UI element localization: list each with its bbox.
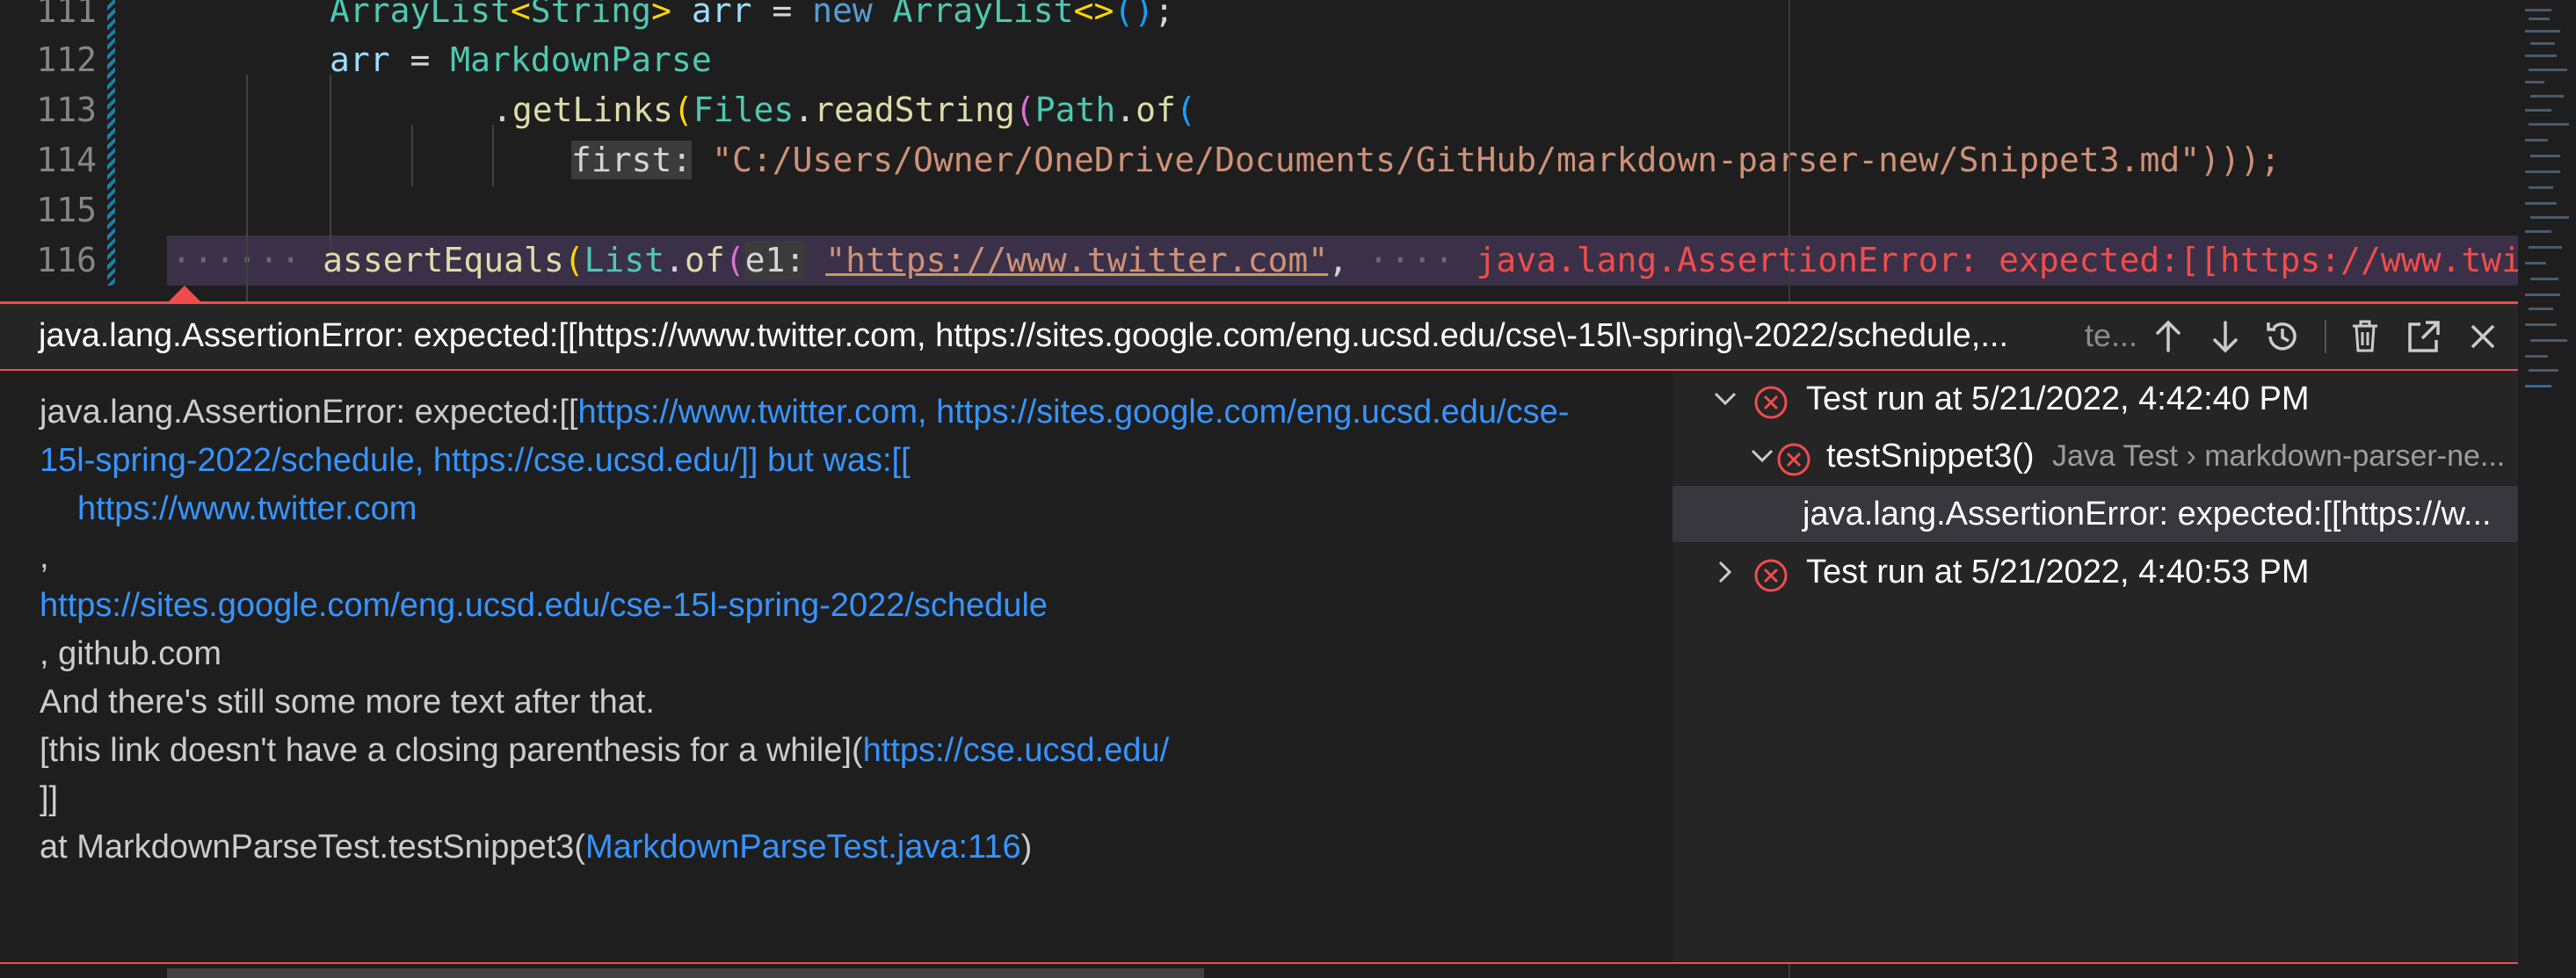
- code-text: ······ assertEquals(List.of(e1: "https:/…: [171, 241, 2522, 279]
- minimap[interactable]: [2518, 0, 2576, 978]
- code-text: arr = MarkdownParse: [330, 40, 712, 79]
- history-icon[interactable]: [2260, 315, 2304, 359]
- horizontal-scrollbar[interactable]: [167, 968, 1204, 978]
- code-text: first: "C:/Users/Owner/OneDrive/Document…: [571, 141, 2281, 179]
- indent-guide: [330, 75, 331, 250]
- diff-gutter-marker: [107, 35, 115, 85]
- tree-item-failure-message[interactable]: java.lang.AssertionError: expected:[[htt…: [1673, 486, 2518, 542]
- parameter-hint: first:: [571, 141, 693, 179]
- indent-guide: [492, 125, 494, 186]
- tree-item-label: Test run at 5/21/2022, 4:40:53 PM: [1806, 554, 2310, 590]
- code-text: .getLinks(Files.readString(Path.of(: [492, 91, 1196, 129]
- diff-gutter-marker: [107, 135, 115, 185]
- code-text: ArrayList<String> arr = new ArrayList<>(…: [330, 0, 1174, 30]
- message-link[interactable]: 15l-spring-2022/schedule, https://cse.uc…: [40, 442, 911, 479]
- peek-header: java.lang.AssertionError: expected:[[htt…: [0, 304, 2518, 371]
- tree-item-label: java.lang.AssertionError: expected:[[htt…: [1803, 496, 2492, 532]
- test-results-tree[interactable]: Test run at 5/21/2022, 4:42:40 PM testSn…: [1673, 371, 2518, 964]
- error-circle-icon: [1776, 438, 1811, 476]
- next-arrow-icon[interactable]: [2203, 315, 2247, 359]
- diff-gutter-marker: [107, 85, 115, 135]
- code-editor[interactable]: 111 ArrayList<String> arr = new ArrayLis…: [0, 0, 2576, 303]
- tree-item-label: testSnippet3(): [1826, 438, 2035, 475]
- message-line: ,: [40, 539, 49, 576]
- line-number: 112: [36, 40, 97, 79]
- assertion-message-panel[interactable]: java.lang.AssertionError: expected:[[htt…: [0, 371, 1673, 964]
- toolbar-separator: [2325, 320, 2326, 353]
- message-line: ]]: [40, 780, 59, 817]
- diff-gutter-marker: [107, 185, 115, 235]
- inline-error-message: java.lang.AssertionError: expected:[[htt…: [1476, 241, 2522, 279]
- error-circle-icon: [1753, 554, 1789, 592]
- stack-trace-line: at MarkdownParseTest.testSnippet3(Markdo…: [40, 829, 1033, 866]
- message-link[interactable]: https://cse.ucsd.edu/: [863, 732, 1170, 769]
- message-link[interactable]: https://www.twitter.com, https://sites.g…: [578, 394, 1570, 431]
- line-number: 116: [36, 241, 97, 279]
- line-number: 113: [36, 91, 97, 129]
- source-location-link[interactable]: MarkdownParseTest.java:116: [585, 829, 1021, 866]
- code-line-115[interactable]: 115: [0, 185, 2518, 235]
- code-line-112[interactable]: 112 arr = MarkdownParse: [0, 35, 2518, 85]
- message-line: , github.com: [40, 635, 221, 672]
- code-line-116[interactable]: 116 ······ assertEquals(List.of(e1: "htt…: [0, 235, 2522, 286]
- tree-item-label: Test run at 5/21/2022, 4:42:40 PM: [1806, 380, 2310, 417]
- open-external-icon[interactable]: [2402, 315, 2446, 359]
- chevron-down-icon[interactable]: [1708, 371, 1743, 427]
- message-line: 15l-spring-2022/schedule, https://cse.uc…: [40, 437, 911, 485]
- tree-item-description: Java Test › markdown-parser-ne...: [2052, 439, 2506, 473]
- peek-pointer: [167, 286, 202, 303]
- indent-guide: [411, 125, 413, 186]
- message-line: java.lang.AssertionError: expected:[[htt…: [40, 394, 1570, 431]
- diff-gutter-marker: [107, 0, 115, 36]
- code-line-111[interactable]: 111 ArrayList<String> arr = new ArrayLis…: [0, 0, 2518, 36]
- tree-item-test-run[interactable]: Test run at 5/21/2022, 4:40:53 PM: [1673, 544, 2518, 600]
- chevron-down-icon[interactable]: [1745, 428, 1780, 484]
- code-line-114[interactable]: 114 first: "C:/Users/Owner/OneDrive/Docu…: [0, 135, 2518, 185]
- tree-item-test-case[interactable]: testSnippet3() Java Test › markdown-pars…: [1673, 428, 2518, 484]
- message-link[interactable]: https://www.twitter.com: [77, 490, 417, 527]
- line-number: 111: [36, 0, 97, 30]
- parameter-hint: e1:: [744, 241, 806, 279]
- message-line: [this link doesn't have a closing parent…: [40, 732, 1170, 769]
- trash-icon[interactable]: [2343, 315, 2387, 359]
- error-circle-icon: [1753, 381, 1789, 419]
- message-link[interactable]: https://sites.google.com/eng.ucsd.edu/cs…: [40, 587, 1048, 624]
- diff-gutter-marker: [107, 235, 115, 286]
- message-line: And there's still some more text after t…: [40, 684, 655, 721]
- peek-bottom-border: [0, 962, 2518, 964]
- tree-item-test-run[interactable]: Test run at 5/21/2022, 4:42:40 PM: [1673, 371, 2518, 427]
- line-number: 114: [36, 141, 97, 179]
- message-line: https://sites.google.com/eng.ucsd.edu/cs…: [40, 582, 1048, 630]
- code-line-113[interactable]: 113 .getLinks(Files.readString(Path.of(: [0, 85, 2518, 135]
- close-icon[interactable]: [2461, 315, 2505, 359]
- peek-title: java.lang.AssertionError: expected:[[htt…: [39, 317, 2008, 354]
- peek-subtitle: te...: [2085, 317, 2138, 353]
- chevron-right-icon[interactable]: [1708, 544, 1743, 600]
- indent-guide: [246, 75, 248, 303]
- previous-arrow-icon[interactable]: [2146, 315, 2190, 359]
- line-number: 115: [36, 191, 97, 229]
- message-line: https://www.twitter.com: [77, 485, 417, 533]
